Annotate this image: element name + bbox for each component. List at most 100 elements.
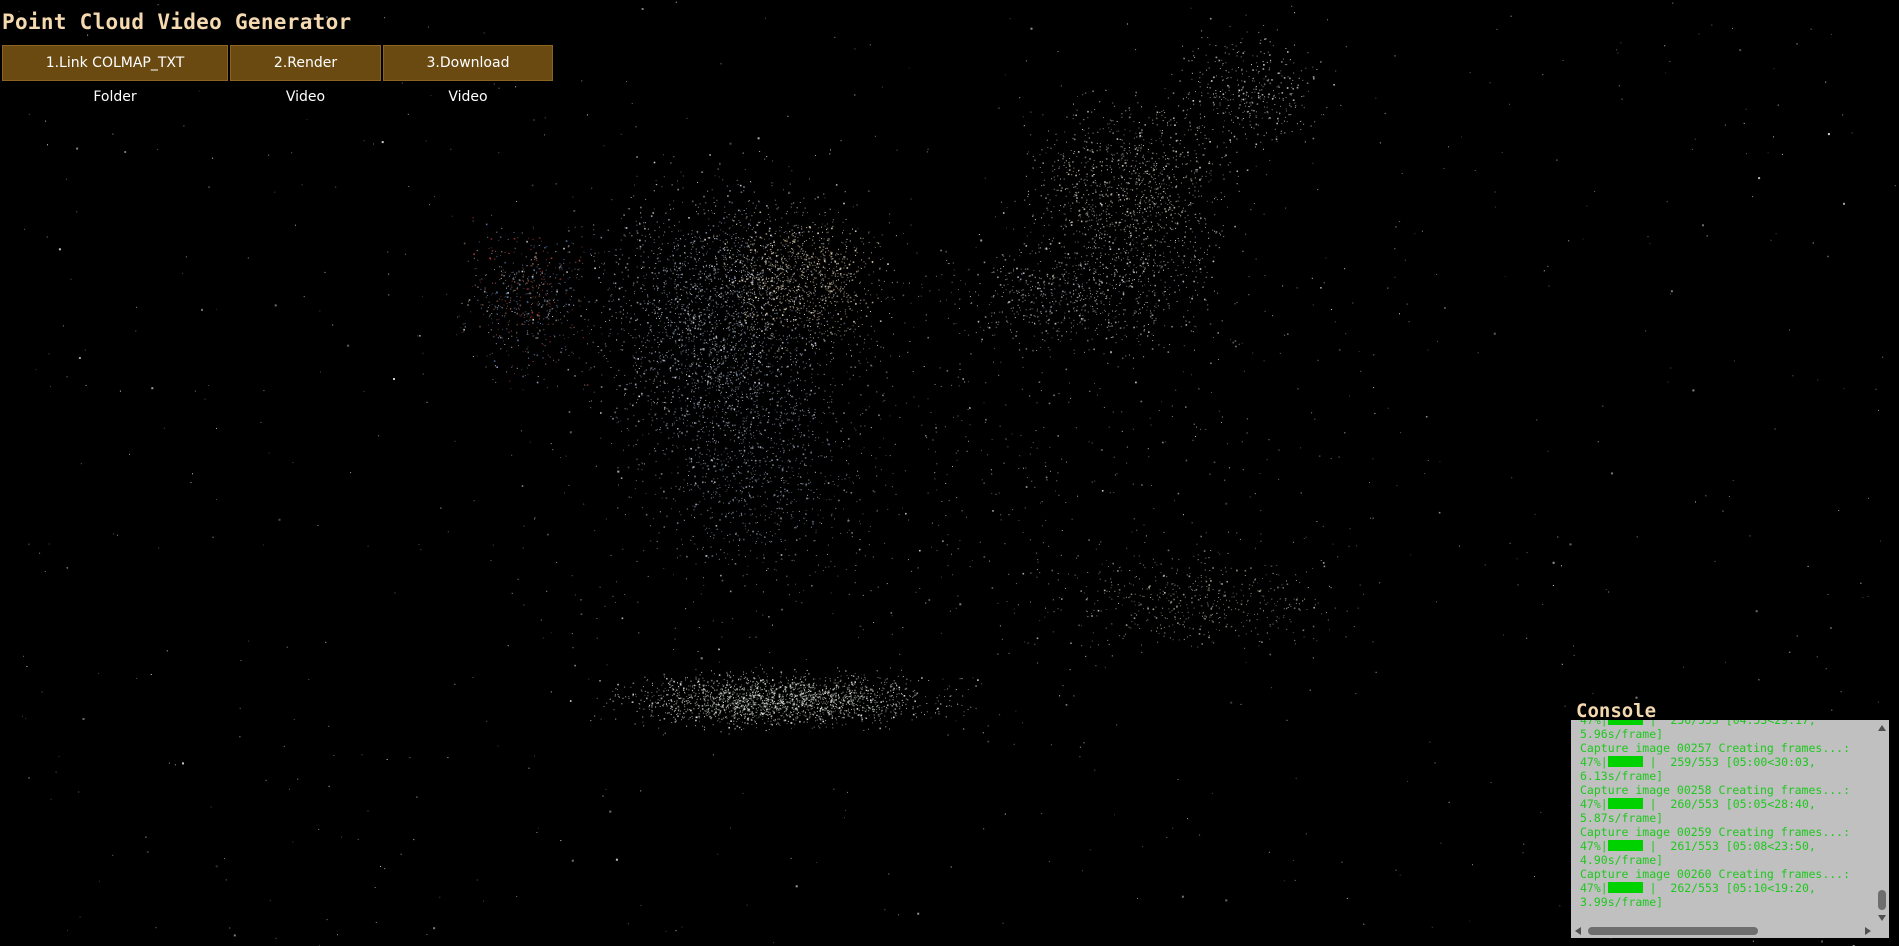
cloud-point <box>799 353 801 355</box>
cloud-point <box>743 254 745 256</box>
cloud-point <box>1192 295 1194 297</box>
cloud-point <box>765 303 767 305</box>
cloud-point <box>1065 218 1067 220</box>
cloud-point <box>791 203 793 205</box>
cloud-point <box>1060 85 1062 87</box>
cloud-point <box>681 308 683 310</box>
cloud-point <box>727 372 729 374</box>
cloud-point <box>1200 178 1202 180</box>
cloud-point <box>1047 209 1049 211</box>
cloud-point <box>1064 162 1066 164</box>
cloud-point <box>1053 274 1055 276</box>
cloud-point <box>777 305 779 306</box>
cloud-point <box>1086 176 1088 178</box>
cloud-point <box>1101 233 1103 235</box>
cloud-point <box>689 332 691 334</box>
cloud-point <box>802 278 804 279</box>
cloud-point <box>1171 220 1173 222</box>
cloud-point <box>1164 112 1166 114</box>
cloud-point <box>1167 204 1169 205</box>
cloud-point <box>657 254 659 256</box>
cloud-point <box>1140 208 1142 209</box>
cloud-point <box>1126 258 1128 260</box>
cloud-point <box>779 230 781 232</box>
cloud-point <box>696 230 699 233</box>
cloud-point <box>786 298 788 300</box>
cloud-point <box>1089 150 1091 152</box>
cloud-point <box>709 273 711 275</box>
cloud-point <box>891 282 893 284</box>
cloud-point <box>865 302 868 305</box>
cloud-point <box>717 375 719 377</box>
cloud-point <box>831 317 833 319</box>
cloud-point <box>651 352 653 355</box>
cloud-point <box>1195 217 1197 219</box>
cloud-point <box>856 204 858 206</box>
cloud-point <box>634 290 636 292</box>
cloud-point <box>752 301 754 303</box>
cloud-point <box>841 276 843 278</box>
cloud-point <box>590 367 592 369</box>
viewer-stage[interactable]: Point Cloud Video Generator 1.Link COLMA… <box>0 0 1899 946</box>
cloud-point <box>854 291 856 293</box>
cloud-point <box>769 249 771 251</box>
cloud-point <box>687 325 689 327</box>
cloud-point <box>782 287 784 289</box>
cloud-point <box>668 259 670 261</box>
cloud-point <box>1098 219 1100 221</box>
cloud-point <box>810 363 812 365</box>
cloud-point <box>718 268 720 270</box>
cloud-point <box>759 151 761 152</box>
cloud-point <box>676 249 678 251</box>
cloud-point <box>733 390 735 392</box>
cloud-point <box>699 333 702 335</box>
cloud-point <box>1165 184 1167 186</box>
cloud-point <box>1199 166 1201 169</box>
cloud-point <box>769 270 771 272</box>
cloud-point <box>737 386 739 388</box>
cloud-point <box>749 236 751 238</box>
cloud-point <box>1196 127 1198 129</box>
cloud-point <box>795 289 797 291</box>
cloud-point <box>1214 214 1216 216</box>
cloud-point <box>654 273 656 275</box>
cloud-point <box>677 248 679 250</box>
cloud-point <box>1101 223 1103 225</box>
cloud-point <box>742 329 744 331</box>
cloud-point <box>719 374 721 376</box>
cloud-point <box>780 253 782 255</box>
cloud-point <box>764 325 766 327</box>
cloud-point <box>732 300 734 302</box>
cloud-point <box>768 256 770 258</box>
cloud-point <box>724 301 727 303</box>
cloud-point <box>708 373 710 375</box>
cloud-point <box>1218 247 1220 249</box>
cloud-point <box>1106 326 1108 328</box>
cloud-point <box>1100 302 1102 304</box>
cloud-point <box>1155 168 1157 170</box>
cloud-point <box>618 369 620 371</box>
cloud-point <box>835 420 838 423</box>
cloud-point <box>1107 205 1109 207</box>
cloud-point <box>1055 133 1057 135</box>
cloud-point <box>759 222 760 223</box>
cloud-point <box>767 421 769 424</box>
cloud-point <box>758 386 760 388</box>
cloud-point <box>717 424 720 427</box>
cloud-point <box>1082 147 1084 149</box>
cloud-point <box>766 277 767 279</box>
cloud-point <box>692 326 694 328</box>
cloud-point <box>621 317 623 319</box>
cloud-point <box>1172 150 1175 152</box>
cloud-point <box>1014 317 1016 319</box>
cloud-point <box>636 230 638 232</box>
cloud-point <box>1058 328 1060 330</box>
cloud-point <box>1083 245 1085 247</box>
cloud-point <box>873 271 875 273</box>
cloud-point <box>1171 204 1173 206</box>
cloud-point <box>727 195 729 197</box>
cloud-point <box>736 271 738 272</box>
cloud-point <box>785 300 787 302</box>
cloud-point <box>1182 163 1183 165</box>
cloud-point <box>793 413 795 415</box>
